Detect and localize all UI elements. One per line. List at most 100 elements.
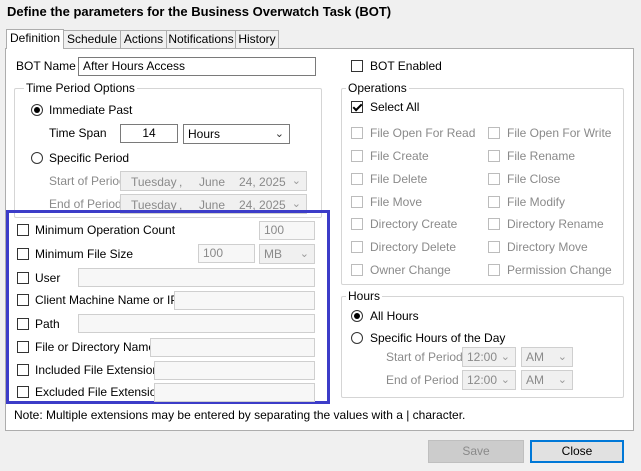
hours-end-time-select[interactable]: 12:00 ⌄ — [462, 370, 516, 390]
min-op-count-input[interactable]: 100 — [259, 221, 315, 240]
hours-start-time-select[interactable]: 12:00 ⌄ — [462, 347, 516, 367]
min-file-size-input[interactable]: 100 — [198, 244, 255, 263]
select-all-label: Select All — [370, 100, 420, 114]
all-hours-radio[interactable] — [351, 310, 363, 322]
hours-end-ampm-select[interactable]: AM ⌄ — [521, 370, 573, 390]
op-file-rename: File Rename — [507, 149, 576, 163]
op-directory-rename: Directory Rename — [507, 217, 604, 231]
op-checkbox[interactable] — [351, 264, 363, 276]
op-file-move: File Move — [370, 195, 423, 209]
immediate-past-label: Immediate Past — [49, 103, 133, 117]
extensions-note: Note: Multiple extensions may be entered… — [14, 408, 466, 422]
op-file-create: File Create — [370, 149, 429, 163]
save-button[interactable]: Save — [428, 440, 524, 463]
op-permission-change: Permission Change — [507, 263, 612, 277]
tab-definition[interactable]: Definition — [6, 29, 64, 49]
chevron-down-icon: ⌄ — [291, 175, 301, 187]
chevron-down-icon: ⌄ — [557, 374, 567, 386]
start-sep: , — [179, 175, 183, 189]
excluded-ext-label: Excluded File Extensions — [35, 385, 170, 399]
tab-actions[interactable]: Actions — [120, 30, 167, 48]
op-file-open-read: File Open For Read — [370, 126, 476, 140]
hours-title: Hours — [346, 289, 383, 303]
hours-end-label: End of Period — [386, 373, 459, 387]
op-directory-move: Directory Move — [507, 240, 588, 254]
all-hours-label: All Hours — [370, 309, 419, 323]
op-file-delete: File Delete — [370, 172, 428, 186]
op-checkbox[interactable] — [351, 218, 363, 230]
chevron-down-icon: ⌄ — [274, 128, 284, 140]
file-dir-name-input[interactable] — [150, 338, 315, 357]
op-file-modify: File Modify — [507, 195, 566, 209]
op-checkbox[interactable] — [488, 218, 500, 230]
start-period-label: Start of Period — [49, 174, 126, 188]
op-checkbox[interactable] — [488, 196, 500, 208]
client-machine-checkbox[interactable] — [17, 294, 29, 306]
client-machine-input[interactable] — [174, 291, 315, 310]
user-input[interactable] — [78, 268, 315, 287]
time-span-input[interactable]: 14 — [120, 124, 178, 143]
chevron-down-icon: ⌄ — [557, 351, 567, 363]
excluded-ext-input[interactable] — [154, 383, 315, 402]
op-checkbox[interactable] — [351, 173, 363, 185]
op-checkbox[interactable] — [488, 264, 500, 276]
bot-enabled-label: BOT Enabled — [370, 59, 442, 73]
file-dir-name-checkbox[interactable] — [17, 341, 29, 353]
client-machine-label: Client Machine Name or IP — [35, 293, 179, 307]
min-file-size-unit-value: MB — [264, 247, 282, 261]
min-file-size-label: Minimum File Size — [35, 247, 134, 261]
specific-hours-label: Specific Hours of the Day — [370, 331, 506, 345]
start-period-date-picker[interactable]: Tuesday , June 24, 2025 ⌄ — [120, 171, 307, 191]
op-checkbox[interactable] — [488, 241, 500, 253]
select-all-checkbox[interactable] — [351, 101, 363, 113]
op-checkbox[interactable] — [351, 241, 363, 253]
op-checkbox[interactable] — [351, 150, 363, 162]
specific-period-radio[interactable] — [31, 152, 43, 164]
bot-name-input[interactable]: After Hours Access — [78, 57, 316, 76]
bot-enabled-checkbox[interactable] — [351, 60, 363, 72]
tab-history[interactable]: History — [235, 30, 279, 48]
chevron-down-icon: ⌄ — [500, 351, 510, 363]
user-label: User — [35, 271, 61, 285]
min-file-size-checkbox[interactable] — [17, 248, 29, 260]
user-checkbox[interactable] — [17, 272, 29, 284]
min-file-size-unit-select[interactable]: MB ⌄ — [259, 244, 315, 264]
path-checkbox[interactable] — [17, 318, 29, 330]
hours-start-label: Start of Period — [386, 350, 463, 364]
path-label: Path — [35, 317, 60, 331]
hours-start-time-value: 12:00 — [467, 350, 498, 364]
window-title: Define the parameters for the Business O… — [7, 4, 392, 19]
immediate-past-radio[interactable] — [31, 104, 43, 116]
op-checkbox[interactable] — [488, 173, 500, 185]
operations-title: Operations — [346, 81, 409, 95]
excluded-ext-checkbox[interactable] — [17, 386, 29, 398]
time-span-unit-select[interactable]: Hours ⌄ — [183, 124, 290, 144]
specific-period-label: Specific Period — [49, 151, 130, 165]
op-checkbox[interactable] — [488, 150, 500, 162]
op-checkbox[interactable] — [351, 127, 363, 139]
op-file-close: File Close — [507, 172, 561, 186]
tab-schedule[interactable]: Schedule — [63, 30, 121, 48]
min-op-count-checkbox[interactable] — [17, 224, 29, 236]
included-ext-checkbox[interactable] — [17, 364, 29, 376]
op-directory-create: Directory Create — [370, 217, 458, 231]
hours-end-ampm-value: AM — [526, 373, 544, 387]
bot-name-label: BOT Name — [16, 59, 76, 73]
start-date: 24, 2025 — [239, 175, 286, 189]
op-checkbox[interactable] — [488, 127, 500, 139]
time-period-title: Time Period Options — [24, 81, 137, 95]
op-checkbox[interactable] — [351, 196, 363, 208]
time-span-label: Time Span — [49, 126, 107, 140]
op-directory-delete: Directory Delete — [370, 240, 457, 254]
close-button[interactable]: Close — [530, 440, 624, 463]
op-owner-change: Owner Change — [370, 263, 451, 277]
hours-start-ampm-select[interactable]: AM ⌄ — [521, 347, 573, 367]
specific-hours-radio[interactable] — [351, 332, 363, 344]
time-span-unit-value: Hours — [188, 127, 221, 141]
tab-notifications[interactable]: Notifications — [166, 30, 236, 48]
op-file-open-write: File Open For Write — [507, 126, 612, 140]
end-period-label: End of Period — [49, 197, 122, 211]
path-input[interactable] — [78, 314, 315, 333]
chevron-down-icon: ⌄ — [299, 248, 309, 260]
included-ext-input[interactable] — [154, 361, 315, 380]
